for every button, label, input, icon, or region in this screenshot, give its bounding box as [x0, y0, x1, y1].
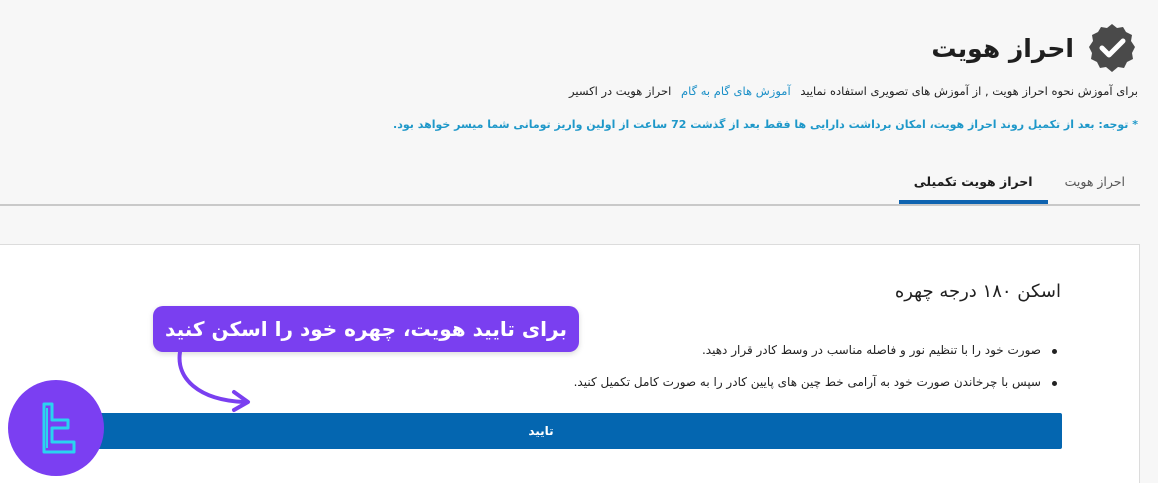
brand-logo-icon [8, 380, 104, 476]
callout-banner: برای تایید هویت، چهره خود را اسکن کنید [153, 306, 579, 352]
check-badge-icon [1089, 24, 1135, 72]
list-item: سپس با چرخاندن صورت خود به آرامی خط چین … [574, 375, 1059, 389]
curved-arrow-icon [177, 350, 250, 412]
intro-suffix: احراز هویت در اکسیر [569, 84, 672, 98]
instructions-list: صورت خود را با تنظیم نور و فاصله مناسب د… [574, 343, 1059, 407]
intro-text: برای آموزش نحوه احراز هویت , از آموزش ها… [800, 84, 1138, 98]
page-header: احراز هویت [931, 22, 1138, 74]
tab-basic-verification[interactable]: احراز هویت [1050, 160, 1140, 204]
withdrawal-note: * توجه: بعد از تکمیل روند احراز هویت، ام… [393, 118, 1138, 131]
tab-bar: احراز هویت احراز هویت تکمیلی [0, 160, 1140, 206]
intro-line: برای آموزش نحوه احراز هویت , از آموزش ها… [569, 84, 1138, 98]
confirm-button[interactable]: تایید [20, 413, 1062, 449]
card-title: اسکن ۱۸۰ درجه چهره [894, 281, 1061, 302]
tutorial-link[interactable]: آموزش های گام به گام [681, 84, 791, 98]
brand-logo-mark [42, 402, 76, 454]
list-item: صورت خود را با تنظیم نور و فاصله مناسب د… [574, 343, 1059, 357]
tab-advanced-verification[interactable]: احراز هویت تکمیلی [898, 160, 1048, 204]
page-title: احراز هویت [931, 33, 1074, 63]
